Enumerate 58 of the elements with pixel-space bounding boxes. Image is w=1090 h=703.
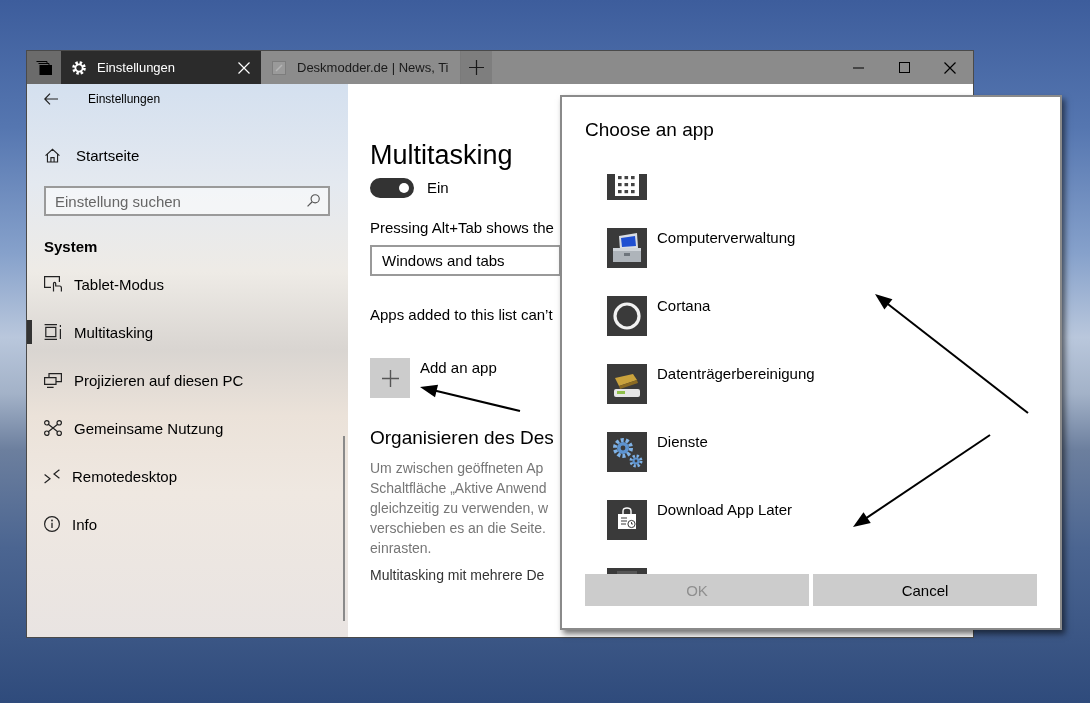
minimize-icon: [852, 66, 864, 69]
info-icon: [44, 516, 60, 532]
gears-icon: [607, 432, 647, 472]
search-field[interactable]: Einstellung suchen: [44, 186, 330, 216]
toggle-label: Ein: [427, 178, 449, 198]
app-list-item[interactable]: Computerverwaltung: [607, 228, 796, 268]
new-tab-button[interactable]: [461, 51, 492, 84]
home-link[interactable]: Startseite: [27, 131, 348, 179]
nodes-icon: [44, 420, 62, 436]
app-list-item[interactable]: Datenträgerbereinigung: [607, 364, 815, 404]
settings-icon: [72, 60, 86, 75]
dialog-title: Choose an app: [585, 118, 715, 142]
keypad-icon: [607, 174, 647, 200]
page-title: Multitasking: [370, 139, 513, 172]
home-icon: [45, 147, 60, 163]
tablet-icon: [44, 276, 62, 292]
app-title: Einstellungen: [88, 92, 161, 106]
app-list-item[interactable]: Cortana: [607, 296, 711, 336]
nav-item[interactable]: Info: [27, 500, 348, 548]
page-icon: [272, 60, 286, 75]
task-view-button[interactable]: [27, 51, 61, 84]
add-app-label: Add an app: [420, 358, 497, 378]
back-arrow-icon: [44, 93, 58, 105]
toolbox-icon: [607, 228, 647, 268]
stacked-squares-icon: [36, 60, 52, 75]
cancel-button[interactable]: Cancel: [813, 574, 1037, 606]
setting-label: Pressing Alt+Tab shows the: [370, 218, 554, 238]
scrollbar[interactable]: [343, 436, 345, 621]
nav-item[interactable]: Remotedesktop: [27, 452, 348, 500]
close-icon: [944, 61, 956, 74]
back-button[interactable]: [42, 91, 60, 107]
app-list-item[interactable]: Dienste: [607, 432, 708, 472]
drive-icon: [607, 364, 647, 404]
close-icon: [238, 61, 250, 74]
ring-icon: [607, 296, 647, 336]
add-button[interactable]: [370, 358, 410, 398]
section-title: Organisieren des Des: [370, 426, 554, 450]
nav-item[interactable]: Gemeinsame Nutzung: [27, 404, 348, 452]
toggle-switch[interactable]: [370, 178, 414, 198]
nav-item[interactable]: Multitasking: [27, 308, 348, 356]
plus-icon: [381, 369, 399, 387]
nav-item[interactable]: Projizieren auf diesen PC: [27, 356, 348, 404]
app-list-item[interactable]: Download App Later: [607, 500, 793, 540]
section-heading: System: [44, 237, 99, 257]
tab-close-button[interactable]: [238, 61, 250, 74]
description-text: Apps added to this list can’t: [370, 305, 553, 325]
stacked-windows-icon: [44, 324, 62, 340]
nav-item[interactable]: Tablet-Modus: [27, 260, 348, 308]
description-paragraph: Um zwischen geöffneten Ap Schaltfläche „Aktive Anwend gleichzeitig zu verwenden, w verschieben es an die Seite. einrasten.: [370, 459, 549, 558]
monitors-icon: [44, 372, 62, 388]
maximize-icon: [898, 62, 910, 73]
chevrons-icon: [44, 468, 60, 484]
search-icon: [307, 194, 320, 207]
dropdown[interactable]: Windows and tabs: [370, 245, 561, 276]
setting-label: Multitasking mit mehrere De: [370, 566, 545, 585]
plus-icon: [469, 60, 484, 75]
shopping-bag-icon: [607, 500, 647, 540]
tab[interactable]: Einstellungen: [61, 51, 261, 84]
